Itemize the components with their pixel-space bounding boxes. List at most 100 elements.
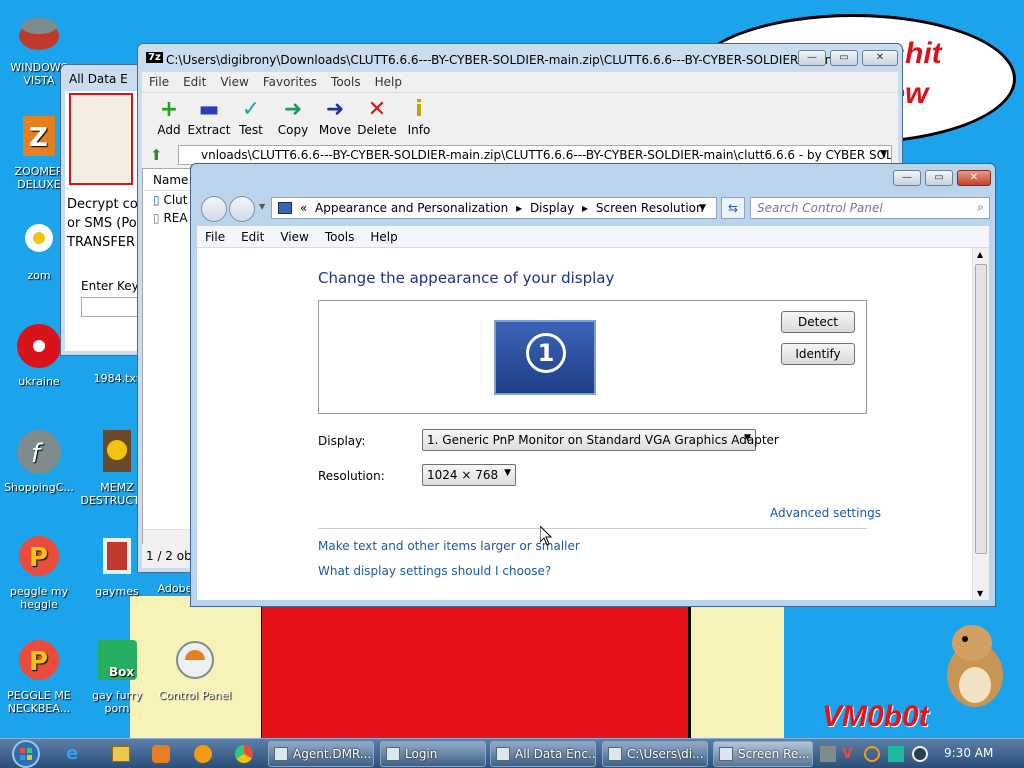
search-icon[interactable]: ⌕: [977, 200, 984, 215]
taskbar-item-label: Agent.DMR...: [293, 747, 372, 761]
desktop-icon-label: peggle my heggle: [9, 585, 69, 611]
menu-tools[interactable]: Tools: [317, 226, 363, 248]
start-button[interactable]: [6, 739, 46, 768]
vertical-scrollbar[interactable]: ▲ ▼: [972, 248, 989, 600]
chrome-icon[interactable]: [235, 745, 253, 763]
breadcrumb-appearance[interactable]: Appearance and Personalization: [315, 201, 508, 215]
delete-icon: ✕: [367, 97, 387, 122]
minimize-button[interactable]: —: [798, 50, 826, 66]
7zip-menubar: File Edit View Favorites Tools Help: [142, 72, 898, 92]
maximize-button[interactable]: ▭: [925, 170, 953, 186]
ransom-text-3: TRANSFER: [67, 235, 136, 250]
chevron-down-icon[interactable]: ▼: [699, 203, 706, 213]
display-help-link[interactable]: What display settings should I choose?: [318, 564, 551, 578]
taskbar-item-login[interactable]: Login: [380, 741, 486, 767]
svg-text:P: P: [29, 647, 48, 677]
desktop-icon-gay-furry[interactable]: Box gay furry porn: [78, 636, 156, 715]
ransom-text-1: Decrypt co: [67, 197, 138, 212]
desktop-icon-shopping[interactable]: f ShoppingC...: [0, 428, 78, 494]
breadcrumb-display[interactable]: Display: [530, 201, 574, 215]
address-field[interactable]: vnloads\CLUTT6.6.6---BY-CYBER-SOLDIER-ma…: [178, 145, 892, 165]
menu-file[interactable]: File: [142, 72, 176, 92]
copy-button[interactable]: ➜ Copy: [272, 97, 314, 137]
taskbar-item-agent[interactable]: Agent.DMR...: [268, 741, 374, 767]
taskbar-item-screen-resolution[interactable]: Screen Re...: [713, 741, 813, 767]
menu-help[interactable]: Help: [362, 226, 405, 248]
wallpaper-logo: VM0b0t: [822, 700, 929, 733]
media-player-icon[interactable]: [152, 745, 170, 763]
add-label: Add: [157, 123, 181, 137]
refresh-icon[interactable]: ⇆: [721, 197, 745, 219]
breadcrumb-overflow[interactable]: «: [300, 201, 307, 215]
monitor-arrangement: 1 Detect Identify: [318, 300, 867, 414]
test-button[interactable]: ✓ Test: [230, 97, 272, 137]
add-button[interactable]: + Add: [148, 97, 190, 137]
ransom-text-2: or SMS (Po: [67, 216, 137, 231]
menu-favorites[interactable]: Favorites: [256, 72, 324, 92]
tray-volume-icon[interactable]: [912, 746, 928, 762]
forward-button[interactable]: [229, 196, 255, 222]
tray-app-icon[interactable]: [820, 746, 836, 762]
app-icon[interactable]: [194, 745, 212, 763]
menu-edit[interactable]: Edit: [176, 72, 213, 92]
tray-v-icon[interactable]: V: [842, 746, 858, 762]
hamster-image: [69, 93, 133, 185]
info-label: Info: [407, 123, 431, 137]
identify-button[interactable]: Identify: [781, 343, 855, 365]
advanced-settings-link[interactable]: Advanced settings: [770, 506, 881, 520]
desktop-icon-label: ukraine: [18, 375, 60, 388]
monitor-1[interactable]: 1: [494, 320, 596, 395]
detect-button[interactable]: Detect: [781, 311, 855, 333]
scroll-down-icon[interactable]: ▼: [977, 589, 983, 598]
taskbar-item-label: All Data Enc...: [515, 747, 596, 761]
menu-file[interactable]: File: [197, 226, 233, 248]
move-button[interactable]: ➜ Move: [314, 97, 356, 137]
scrollbar-thumb[interactable]: [975, 264, 987, 554]
search-input[interactable]: Search Control Panel ⌕: [750, 197, 990, 219]
breadcrumb[interactable]: « Appearance and Personalization ▸ Displ…: [271, 197, 717, 219]
menu-tools[interactable]: Tools: [324, 72, 368, 92]
resolution-select[interactable]: 1024 × 768 ▼: [422, 464, 516, 486]
explorer-icon[interactable]: [112, 746, 130, 762]
delete-label: Delete: [357, 123, 397, 137]
scroll-up-icon[interactable]: ▲: [977, 250, 983, 259]
folder-icon: [103, 538, 131, 574]
desktop-icon-peggle-me[interactable]: P PEGGLE ME NECKBEA...: [0, 636, 78, 715]
cp-titlebar[interactable]: — ▭ ✕: [191, 164, 995, 192]
menu-edit[interactable]: Edit: [233, 226, 272, 248]
minimize-button[interactable]: —: [893, 170, 921, 186]
delete-button[interactable]: ✕ Delete: [356, 97, 398, 137]
flash-icon: f: [17, 430, 61, 474]
info-button[interactable]: i Info: [398, 97, 440, 137]
menu-view[interactable]: View: [272, 226, 316, 248]
desktop-icon-control-panel[interactable]: Control Panel: [156, 636, 234, 702]
taskbar-item-7zip[interactable]: C:\Users\di...: [602, 741, 708, 767]
back-button[interactable]: [201, 196, 227, 222]
close-button[interactable]: ✕: [862, 50, 898, 66]
display-select[interactable]: 1. Generic PnP Monitor on Standard VGA G…: [422, 429, 779, 451]
7zip-title: C:\Users\digibrony\Downloads\CLUTT6.6.6-…: [166, 53, 848, 67]
taskbar-item-alldata[interactable]: All Data Enc...: [490, 741, 596, 767]
address-text: vnloads\CLUTT6.6.6---BY-CYBER-SOLDIER-ma…: [201, 148, 892, 162]
maximize-button[interactable]: ▭: [830, 50, 858, 66]
peggle-icon: P: [19, 536, 59, 576]
resolution-select-value: 1024 × 768: [427, 468, 499, 482]
clock[interactable]: 9:30 AM: [944, 746, 993, 760]
chevron-down-icon[interactable]: ▼: [259, 202, 265, 211]
menu-view[interactable]: View: [213, 72, 255, 92]
tray-network-icon[interactable]: [888, 746, 904, 762]
tray-search-icon[interactable]: [864, 746, 880, 762]
taskbar-item-label: C:\Users\di...: [627, 747, 704, 761]
chevron-down-icon[interactable]: ▼: [880, 149, 887, 159]
internet-explorer-icon[interactable]: e: [66, 743, 88, 765]
close-button[interactable]: ✕: [957, 170, 991, 186]
menu-help[interactable]: Help: [368, 72, 409, 92]
up-folder-icon[interactable]: ⬆: [150, 146, 163, 164]
7zip-titlebar[interactable]: 7z C:\Users\digibrony\Downloads\CLUTT6.6…: [138, 44, 902, 72]
extract-label: Extract: [187, 123, 231, 137]
screen-resolution-window[interactable]: — ▭ ✕ ▼ « Appearance and Personalization…: [190, 163, 996, 607]
cp-menubar: File Edit View Tools Help: [197, 226, 989, 248]
desktop-icon-peggle-my-heggle[interactable]: P peggle my heggle: [0, 532, 78, 611]
extract-button[interactable]: ▬ Extract: [186, 97, 232, 137]
breadcrumb-screen-resolution[interactable]: Screen Resolution: [596, 201, 704, 215]
